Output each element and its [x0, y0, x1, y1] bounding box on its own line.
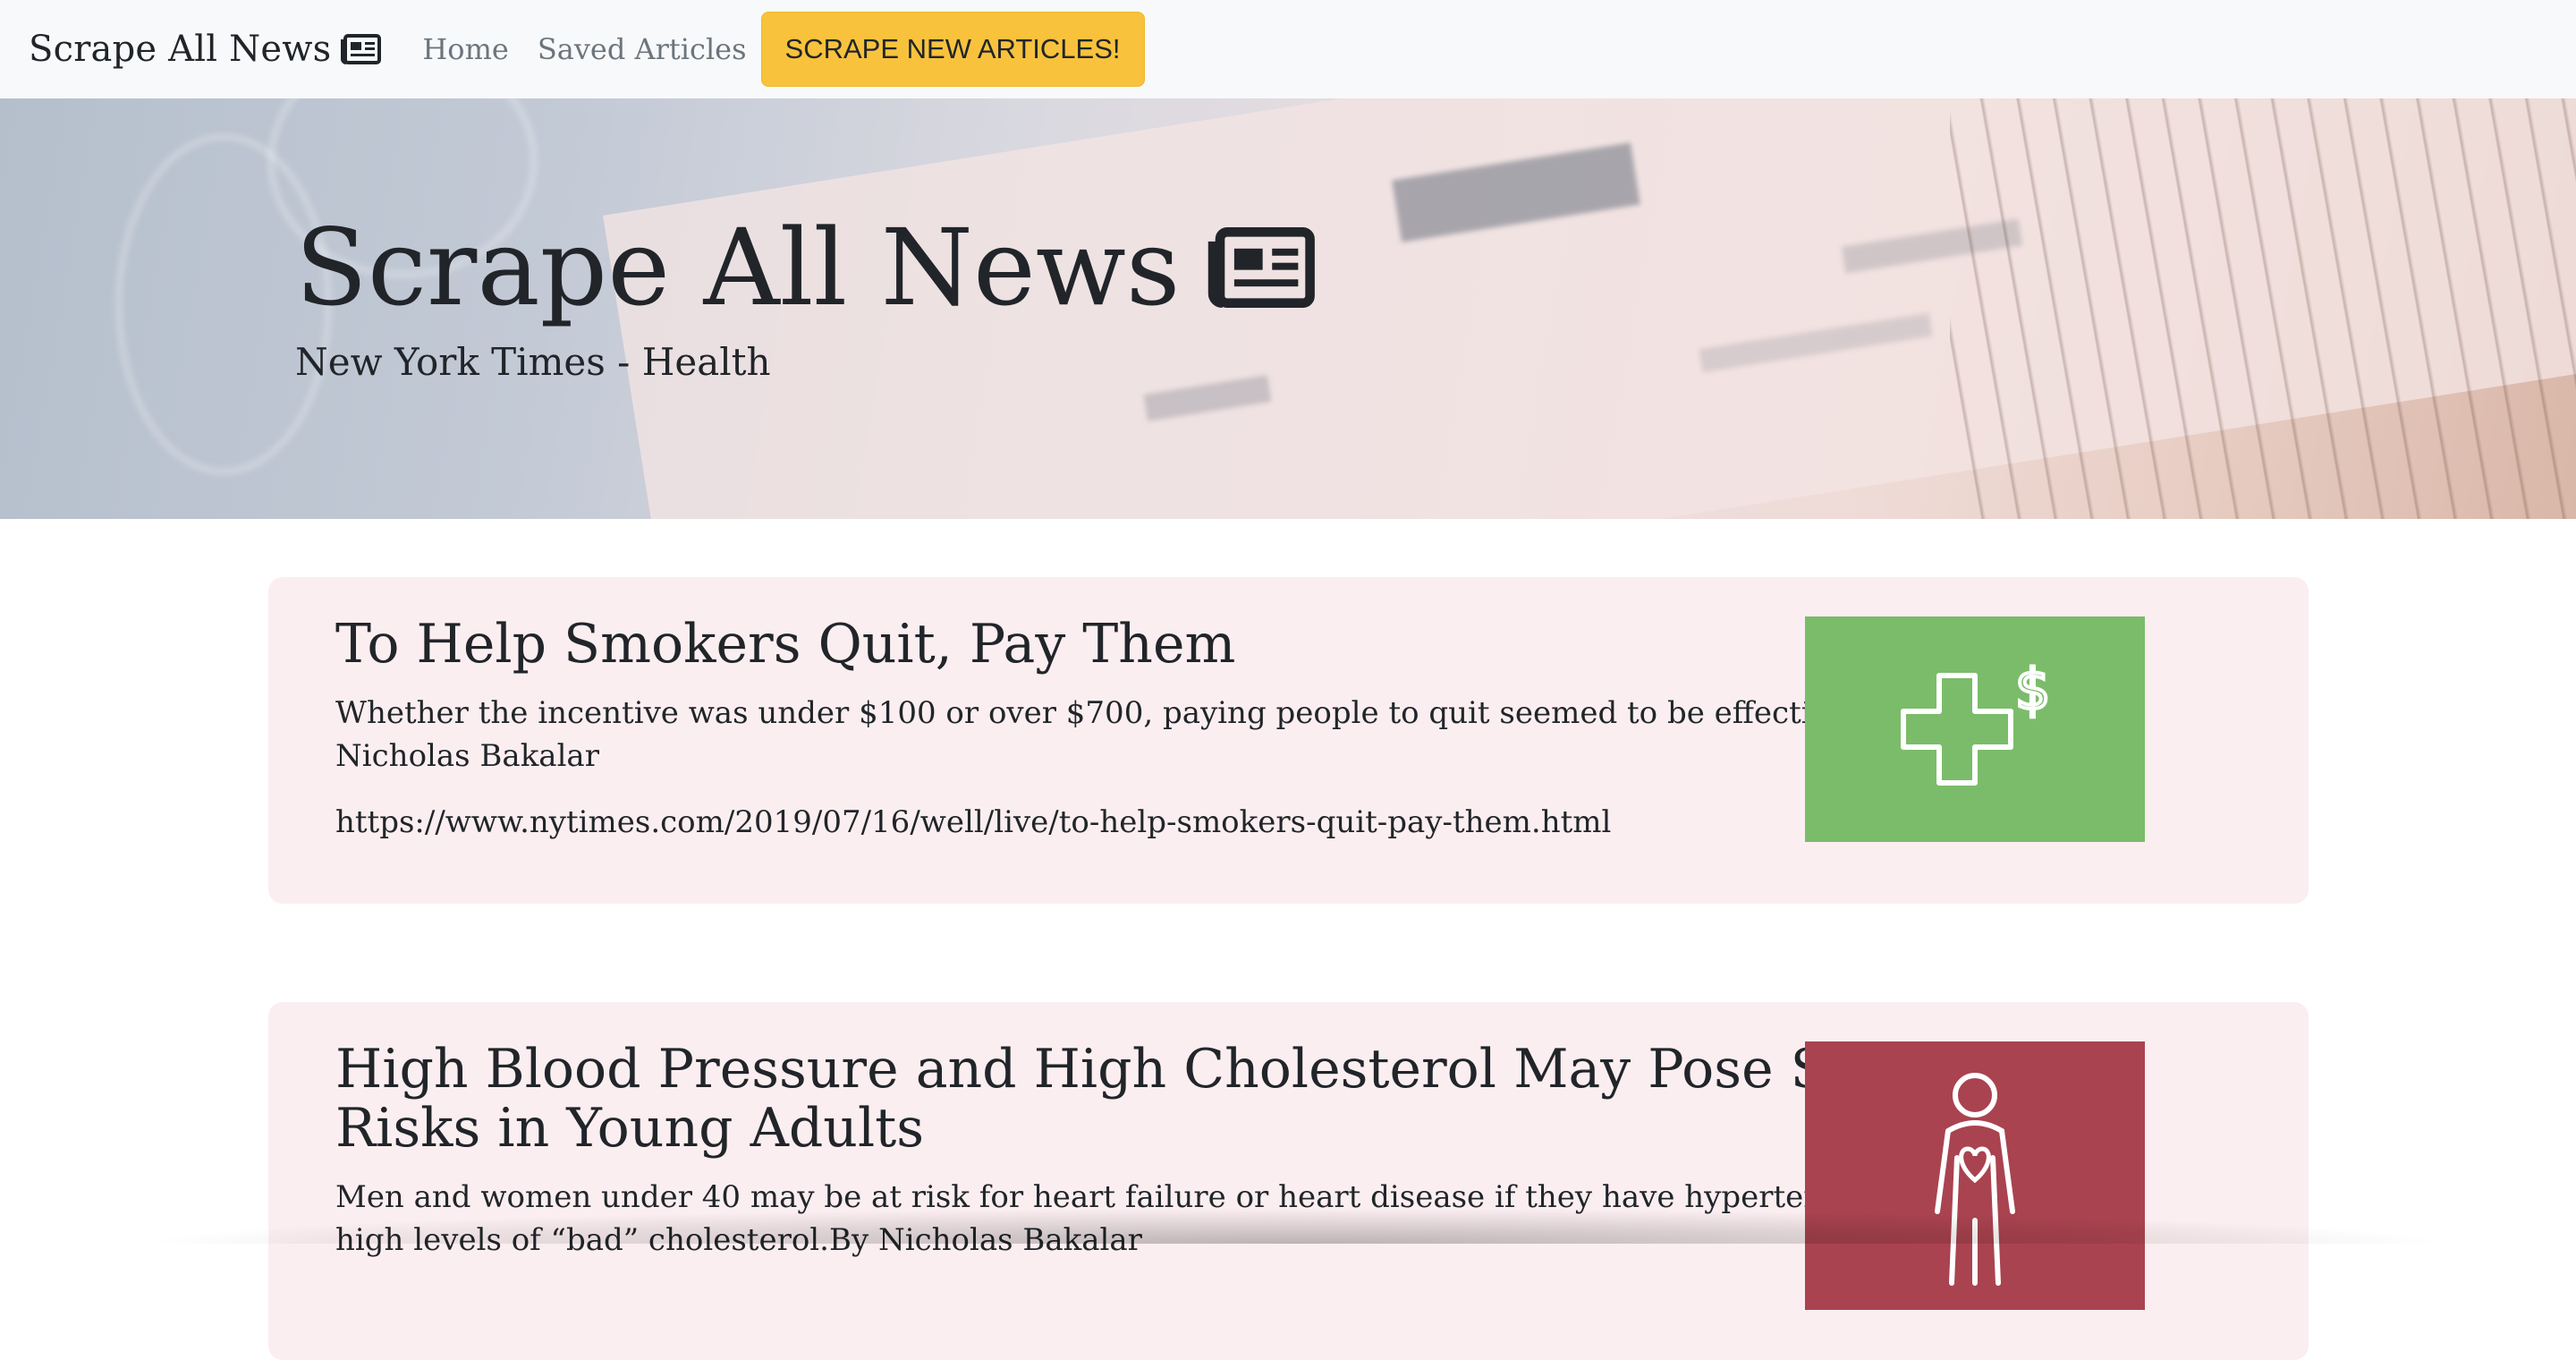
article-title[interactable]: To Help Smokers Quit, Pay Them: [335, 615, 2035, 674]
bottom-shadow: [134, 1208, 2460, 1244]
hero-title: Scrape All News: [295, 215, 1318, 320]
navbar: Scrape All News Home Saved Articles SCRA…: [0, 0, 2576, 98]
person-heart-icon: [1935, 1073, 2015, 1286]
article-card: To Help Smokers Quit, Pay Them Whether t…: [268, 577, 2309, 904]
article-thumbnail[interactable]: [1805, 1041, 2145, 1310]
article-card: High Blood Pressure and High Cholesterol…: [268, 1002, 2309, 1360]
article-summary: Whether the incentive was under $100 or …: [335, 695, 1895, 774]
hero-content: Scrape All News New York Times - Health: [295, 215, 1318, 384]
health-cross-dollar-icon: $: [1901, 655, 2052, 786]
brand-label: Scrape All News: [29, 29, 332, 70]
nav-link-home[interactable]: Home: [422, 32, 508, 66]
article-link[interactable]: https://www.nytimes.com/2019/07/16/well/…: [335, 804, 2035, 840]
hero-bg-columns: [1950, 98, 2576, 519]
article-title[interactable]: High Blood Pressure and High Cholesterol…: [335, 1040, 2035, 1158]
navbar-brand[interactable]: Scrape All News: [29, 29, 382, 70]
newspaper-icon: [1203, 227, 1318, 308]
hero-banner: Scrape All News New York Times - Health: [0, 98, 2576, 519]
article-text: To Help Smokers Quit, Pay Them Whether t…: [335, 615, 2035, 840]
hero-subtitle: New York Times - Health: [295, 340, 771, 384]
hero-title-text: Scrape All News: [295, 206, 1181, 329]
article-thumbnail[interactable]: $: [1805, 616, 2145, 842]
scrape-new-articles-button[interactable]: SCRAPE NEW ARTICLES!: [760, 12, 1145, 87]
svg-text:$: $: [2015, 657, 2050, 722]
newspaper-icon: [340, 34, 382, 64]
nav-link-saved-articles[interactable]: Saved Articles: [538, 32, 747, 66]
